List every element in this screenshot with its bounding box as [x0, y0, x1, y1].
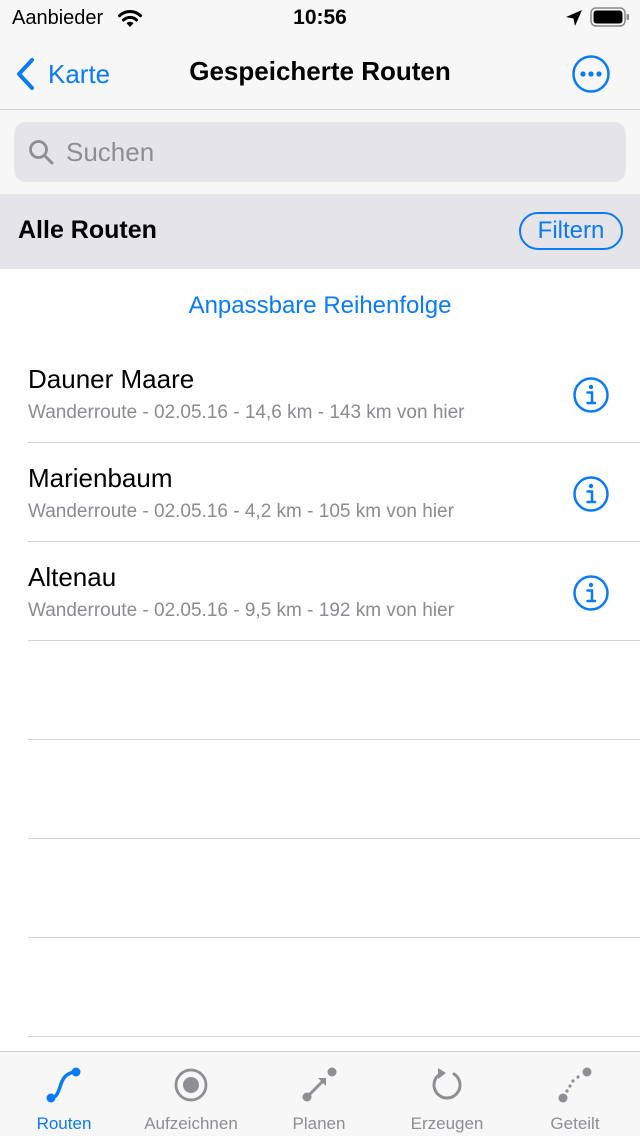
row-divider [28, 838, 640, 839]
route-name: Marienbaum [28, 463, 173, 493]
filter-button[interactable]: Filtern [519, 212, 623, 250]
search-area [0, 110, 640, 194]
row-divider [28, 739, 640, 740]
row-divider [28, 1036, 640, 1037]
route-icon [46, 1067, 81, 1103]
tab-geteilt[interactable]: Geteilt [511, 1052, 639, 1136]
route-row[interactable]: Marienbaum Wanderroute - 02.05.16 - 4,2 … [0, 443, 640, 542]
navigation-bar: Karte Gespeicherte Routen [0, 40, 640, 110]
tab-planen[interactable]: Planen [255, 1052, 383, 1136]
tab-label: Aufzeichnen [144, 1114, 238, 1133]
route-details: Wanderroute - 02.05.16 - 9,5 km - 192 km… [28, 600, 454, 621]
tab-label: Geteilt [550, 1114, 600, 1133]
record-icon [174, 1068, 208, 1102]
row-divider [28, 937, 640, 938]
section-header: Alle Routen Filtern [0, 194, 640, 269]
tab-routen[interactable]: Routen [0, 1052, 128, 1136]
route-row[interactable]: Dauner Maare Wanderroute - 02.05.16 - 14… [0, 344, 640, 443]
section-title: Alle Routen [18, 216, 157, 244]
tab-erzeugen[interactable]: Erzeugen [383, 1052, 511, 1136]
route-name: Altenau [28, 562, 117, 592]
tab-label: Routen [36, 1114, 92, 1133]
info-icon[interactable] [572, 376, 610, 414]
route-row[interactable]: Altenau Wanderroute - 02.05.16 - 9,5 km … [0, 542, 640, 641]
row-divider [28, 640, 640, 641]
info-icon[interactable] [572, 574, 610, 612]
battery-icon [590, 7, 629, 27]
status-time: 10:56 [293, 6, 347, 29]
status-bar: Aanbieder 10:56 [0, 0, 640, 40]
shared-icon [558, 1067, 592, 1103]
tab-label: Planen [292, 1114, 346, 1133]
tab-aufzeichnen[interactable]: Aufzeichnen [127, 1052, 255, 1136]
route-details: Wanderroute - 02.05.16 - 4,2 km - 105 km… [28, 501, 454, 522]
generate-icon [432, 1068, 462, 1100]
location-arrow-icon [566, 10, 582, 26]
page-title: Gespeicherte Routen [189, 56, 451, 86]
route-details: Wanderroute - 02.05.16 - 14,6 km - 143 k… [28, 402, 465, 423]
search-input[interactable] [66, 136, 606, 168]
plan-icon [302, 1067, 337, 1102]
tab-label: Erzeugen [410, 1114, 484, 1133]
custom-order-link[interactable]: Anpassbare Reihenfolge [0, 292, 640, 320]
search-icon [29, 140, 54, 165]
tab-bar: Routen Aufzeichnen Planen Erzeugen Getei… [0, 1051, 640, 1136]
more-options-icon[interactable] [571, 54, 611, 94]
route-name: Dauner Maare [28, 364, 195, 394]
info-icon[interactable] [572, 475, 610, 513]
search-field[interactable] [14, 122, 626, 182]
